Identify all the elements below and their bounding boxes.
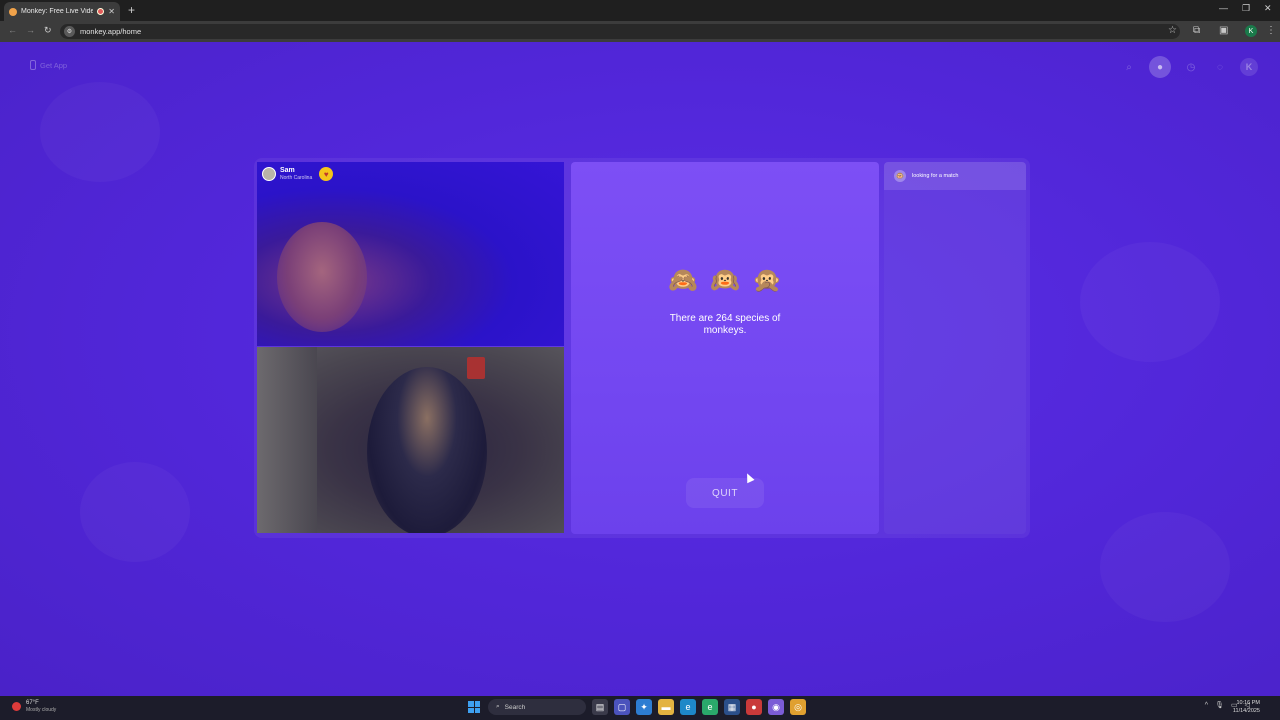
teams-icon[interactable]: ▢ <box>614 699 630 715</box>
top-nav-icons: ⌕ ● ◷ ◌ K <box>1120 56 1258 78</box>
speak-no-evil-monkey-icon: 🙊 <box>751 267 782 294</box>
monkey-fact-text: There are 264 species of monkeys. <box>669 313 781 336</box>
chat-bubble-icon[interactable]: ◌ <box>1211 58 1229 76</box>
taskbar-center: ⌕ Search ▤ ▢ ✦ ▬ e e ▦ ● ◉ ◎ <box>466 699 806 715</box>
profile-avatar[interactable]: K <box>1245 25 1257 37</box>
taskbar-time: 10:16 PM <box>1236 700 1260 706</box>
background-pattern <box>80 462 190 562</box>
weather-icon <box>12 702 21 711</box>
extensions-icon[interactable]: ⧉ <box>1193 25 1200 36</box>
remote-user-name: Sam <box>280 167 295 174</box>
room-poster <box>467 357 485 379</box>
search-icon: ⌕ <box>496 703 500 710</box>
browser-tab[interactable]: Monkey: Free Live Video Ch ✕ <box>4 2 120 21</box>
recording-indicator-icon <box>97 8 105 15</box>
get-app-label: Get App <box>40 60 68 70</box>
chrome-icon[interactable]: ◎ <box>790 699 806 715</box>
messenger-icon[interactable]: ◉ <box>768 699 784 715</box>
microphone-icon[interactable]: 🎙 <box>1215 701 1224 709</box>
app-icon-red[interactable]: ● <box>746 699 762 715</box>
new-tab-icon[interactable]: + <box>128 3 135 17</box>
bookmark-star-icon[interactable]: ☆ <box>1168 25 1177 36</box>
taskbar-clock[interactable]: 10:16 PM 11/14/2025 <box>1233 699 1260 715</box>
weather-temperature: 67°F <box>26 700 39 706</box>
forward-icon[interactable]: → <box>26 25 35 35</box>
edge-icon[interactable]: e <box>680 699 696 715</box>
background-pattern <box>1080 242 1220 362</box>
site-info-icon[interactable]: ⚙ <box>64 26 75 37</box>
monkey-home-icon[interactable]: ● <box>1149 56 1171 78</box>
weather-widget[interactable]: 67°F Mostly cloudy <box>12 700 56 713</box>
weather-description: Mostly cloudy <box>26 707 57 713</box>
user-avatar[interactable]: K <box>1240 58 1258 76</box>
maximize-icon[interactable]: ❐ <box>1242 3 1250 14</box>
window-close-icon[interactable]: ✕ <box>1264 3 1272 14</box>
browser-tab-bar: Monkey: Free Live Video Ch ✕ + — ❐ ✕ <box>0 0 1280 21</box>
hear-no-evil-monkey-icon: 🙉 <box>710 267 740 294</box>
close-tab-icon[interactable]: ✕ <box>108 7 115 16</box>
address-bar[interactable]: ⚙ monkey.app/home <box>60 24 1180 39</box>
windows-start-icon[interactable] <box>466 699 482 715</box>
taskbar-search[interactable]: ⌕ Search <box>488 699 586 715</box>
matching-card: 🙈 🙉 🙊 There are 264 species of monkeys. … <box>571 162 879 534</box>
monkey-favicon-icon <box>9 7 17 16</box>
remote-user-tag: Sam North Carolina ♥ <box>262 167 334 181</box>
see-no-evil-monkey-icon: 🙈 <box>668 267 699 294</box>
taskbar-date: 11/14/2025 <box>1232 708 1260 714</box>
remote-user-avatar <box>262 167 276 181</box>
match-status-row: 🐵 looking for a match <box>884 162 1026 190</box>
browser-toolbar: ← → ↻ ⚙ monkey.app/home ☆ ⧉ ▣ <box>0 21 1280 42</box>
match-status-text: looking for a match <box>912 173 959 179</box>
remote-video: Sam North Carolina ♥ <box>257 162 564 346</box>
phone-icon <box>30 60 36 70</box>
history-clock-icon[interactable]: ◷ <box>1182 58 1200 76</box>
os-taskbar: 67°F Mostly cloudy ⌕ Search ▤ ▢ ✦ ▬ e e … <box>0 696 1280 720</box>
local-video <box>257 347 564 533</box>
remote-person <box>277 222 367 332</box>
heart-badge-icon[interactable]: ♥ <box>319 167 334 181</box>
taskbar-search-placeholder: Search <box>504 703 526 711</box>
tray-chevron-icon[interactable]: ^ <box>1205 702 1208 709</box>
background-pattern <box>40 82 160 182</box>
tab-title: Monkey: Free Live Video Ch <box>21 8 94 15</box>
background-pattern <box>1100 512 1230 622</box>
local-person <box>367 367 487 533</box>
quit-button[interactable]: QUIT <box>686 478 764 508</box>
reload-icon[interactable]: ↻ <box>44 25 52 36</box>
remote-user-location: North Carolina <box>280 175 313 181</box>
match-side-panel: 🐵 looking for a match <box>884 162 1026 534</box>
remote-user-info: Sam North Carolina <box>280 167 312 181</box>
edge-dev-icon[interactable]: e <box>702 699 718 715</box>
search-icon[interactable]: ⌕ <box>1120 58 1138 76</box>
minimize-icon[interactable]: — <box>1219 3 1228 13</box>
back-icon[interactable]: ← <box>8 25 17 35</box>
monkey-avatar-icon: 🐵 <box>894 170 906 182</box>
file-explorer-icon[interactable]: ▬ <box>658 699 674 715</box>
copilot-icon[interactable]: ✦ <box>636 699 652 715</box>
monkey-emoji-row: 🙈 🙉 🙊 <box>571 266 879 295</box>
get-app-link[interactable]: Get App <box>30 60 67 70</box>
room-wall <box>257 347 317 533</box>
task-view-icon[interactable]: ▤ <box>592 699 608 715</box>
store-icon[interactable]: ▦ <box>724 699 740 715</box>
menu-icon[interactable]: ⋮ <box>1266 25 1276 36</box>
side-panel-icon[interactable]: ▣ <box>1219 25 1228 36</box>
url-text[interactable]: monkey.app/home <box>80 27 141 36</box>
